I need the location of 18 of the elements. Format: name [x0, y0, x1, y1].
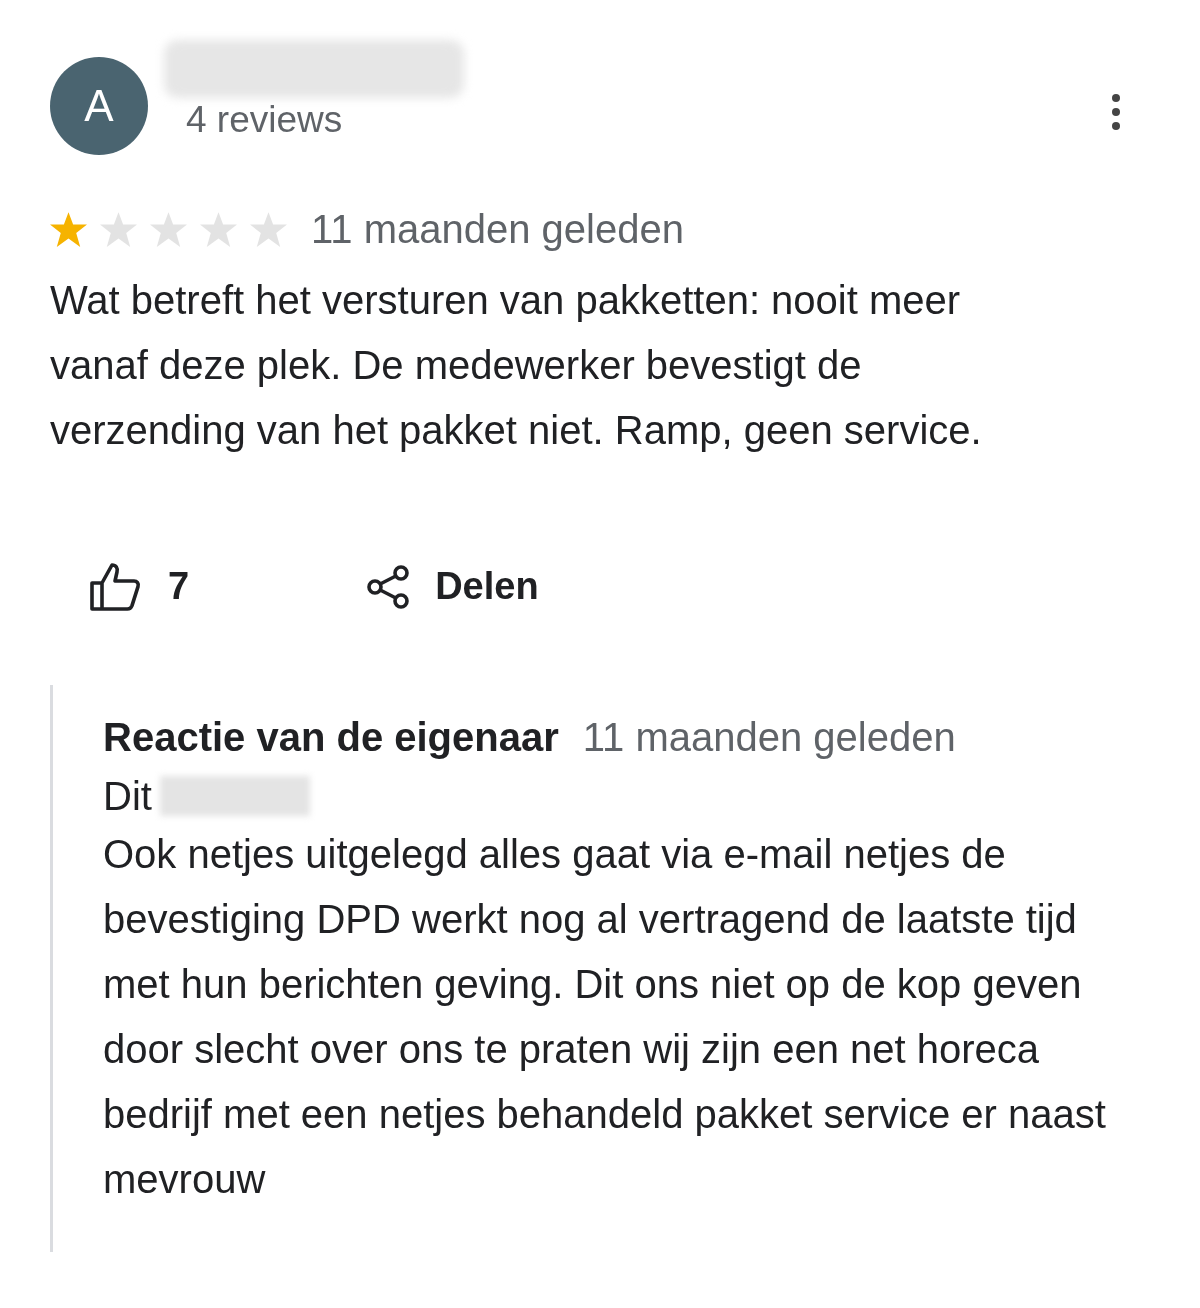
owner-response-time: 11 maanden geleden	[582, 714, 956, 761]
star-icon	[250, 211, 287, 248]
avatar: A	[50, 57, 148, 155]
share-button[interactable]: Delen	[367, 558, 539, 615]
star-icon	[200, 211, 237, 248]
star-icon	[150, 211, 187, 248]
review-count: 4 reviews	[186, 98, 344, 142]
thumbs-up-icon	[90, 562, 142, 611]
owner-response-text: Ook netjes uitgelegd alles gaat via e-mail netjes de bevestiging DPD werkt nog al vertragend de laatste tijd met hun berichten geving. Dit ons niet op de kop geven door slecht over ons te praten wij zijn een net horeca bedrijf met een netjes behandeld pakket service er naast mevrouw	[103, 831, 1107, 1203]
share-icon	[367, 564, 410, 609]
star-icon	[100, 211, 137, 248]
owner-response-title: Reactie van de eigenaar	[103, 714, 559, 761]
review-text: Wat betreft het versturen van pakketten: nooit meer vanaf deze plek. De medewerker bevestigt de verzending van het pakket niet. Ramp, geen service.	[50, 277, 983, 454]
more-options-icon[interactable]	[1110, 94, 1122, 130]
like-button[interactable]: 7	[90, 558, 190, 615]
review-time: 11 maanden geleden	[311, 206, 684, 253]
greeting-text: Dit	[103, 773, 152, 820]
star-icon	[50, 211, 87, 248]
